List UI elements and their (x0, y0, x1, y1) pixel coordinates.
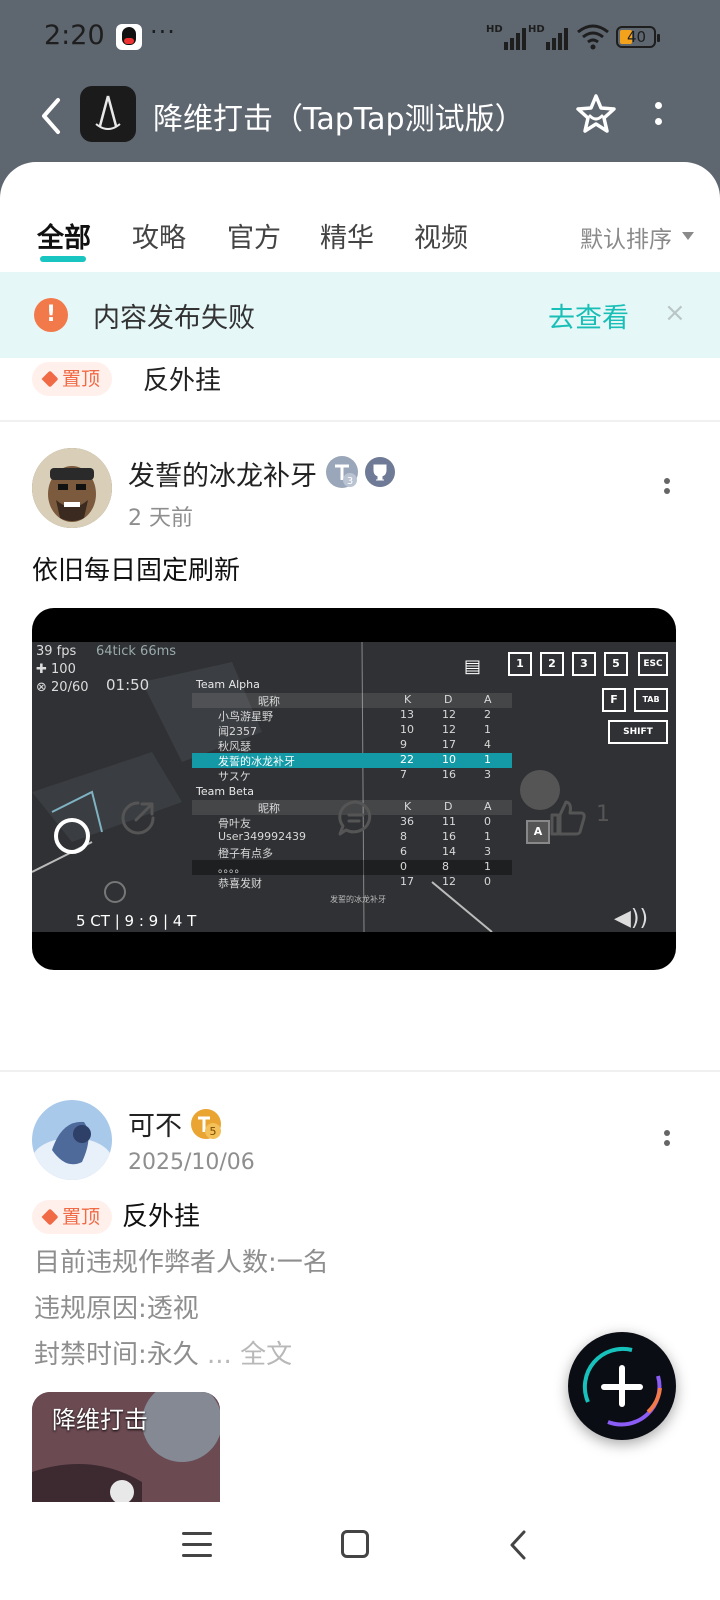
round-score: 5 CT | 9 : 9 | 4 T (76, 912, 197, 930)
key-5: 5 (604, 652, 628, 676)
pinned-post-title: 反外挂 (143, 366, 222, 396)
post-content[interactable]: 依旧每日固定刷新 (32, 550, 240, 587)
publish-failed-banner: ! 内容发布失败 去查看 × (0, 272, 720, 358)
score-row: 闻2357 10 12 1 (218, 723, 491, 738)
post-line: 目前违规作弊者人数:一名 (34, 1248, 329, 1278)
system-nav-bar (0, 1502, 720, 1600)
wifi-icon (577, 24, 609, 50)
tab-guides[interactable]: 攻略 (132, 216, 186, 255)
score-row: 秋风瑟 9 17 4 (218, 738, 491, 753)
key-tab: TAB (634, 688, 668, 712)
author-name[interactable]: 发誓的冰龙补牙 (128, 454, 317, 493)
avatar[interactable] (32, 448, 112, 528)
content-sheet: 全部 攻略 官方 精华 视频 默认排序 ! 内容发布失败 去查看 × 置顶 反外… (0, 162, 720, 1502)
author-name[interactable]: 可不 (128, 1104, 182, 1143)
chat-icon: ▤ (464, 656, 482, 677)
post-actions: 1 (0, 788, 720, 858)
sort-dropdown[interactable]: 默认排序 (580, 220, 672, 254)
app-title: 降维打击（TapTap测试版） (153, 102, 525, 137)
svg-text:5: 5 (210, 1125, 217, 1138)
share-icon[interactable] (118, 798, 158, 838)
tab-all[interactable]: 全部 (37, 216, 91, 255)
tab-featured[interactable]: 精华 (320, 216, 374, 255)
ammo-icon: ⊗ 20/60 (36, 680, 89, 695)
health-icon: ✚ 100 (36, 662, 76, 677)
follow-star-icon[interactable] (574, 92, 618, 136)
level-badge-icon: 3 (326, 456, 358, 488)
key-2: 2 (540, 652, 564, 676)
home-icon[interactable] (341, 1530, 369, 1558)
category-tabs: 全部 攻略 官方 精华 视频 默认排序 (0, 212, 720, 268)
score-row: 小鸟游星野 13 12 2 (218, 708, 491, 723)
battery-icon: 40 (616, 26, 660, 48)
key-1: 1 (508, 652, 532, 676)
pin-icon (41, 370, 59, 388)
pinned-badge: 置顶 (32, 1200, 113, 1234)
key-f: F (602, 688, 626, 712)
close-icon[interactable]: × (664, 298, 686, 328)
post-image-thumbnail[interactable]: 降维打击 (32, 1392, 220, 1502)
qq-notification-icon (116, 24, 142, 50)
post-time: 2025/10/06 (128, 1150, 255, 1175)
post-time: 2 天前 (128, 506, 193, 531)
pin-icon (41, 1208, 59, 1226)
trophy-badge-icon (364, 456, 396, 488)
like-icon[interactable] (548, 798, 588, 838)
gameplay-screenshot: 39 fps 64tick 66ms ✚ 100 ⊗ 20/60 01:50 T… (32, 642, 676, 932)
like-count: 1 (596, 802, 610, 827)
more-options-icon[interactable] (648, 98, 668, 134)
score-row-highlighted: 发誓的冰龙补牙 22 10 1 (192, 753, 512, 768)
status-bar: 2:20 ··· HD HD 40 (0, 0, 720, 76)
back-nav-icon[interactable] (506, 1528, 530, 1562)
chevron-down-icon (682, 232, 694, 240)
signal-icon-1: HD (486, 24, 530, 50)
view-details-link[interactable]: 去查看 (548, 296, 629, 335)
warning-icon: ! (34, 298, 68, 332)
pinned-post-row[interactable]: 置顶 反外挂 (0, 358, 720, 422)
comment-icon[interactable] (336, 798, 376, 838)
key-shift: SHIFT (608, 720, 668, 744)
read-more-link[interactable]: ... 全文 (207, 1340, 292, 1370)
pinned-badge: 置顶 (32, 362, 113, 396)
banner-message: 内容发布失败 (93, 303, 255, 334)
thumbnail-caption: 降维打击 (52, 1406, 148, 1434)
status-time: 2:20 (44, 20, 105, 51)
avatar[interactable] (32, 1100, 112, 1180)
app-bar: 降维打击（TapTap测试版） (0, 76, 720, 162)
post-line: 封禁时间:永久 ... 全文 (34, 1340, 293, 1370)
back-arrow-icon[interactable] (36, 96, 66, 136)
post-line: 违规原因:透视 (34, 1294, 199, 1324)
post-more-icon[interactable] (664, 1130, 672, 1156)
create-post-button[interactable] (568, 1332, 676, 1440)
more-notifications-icon: ··· (150, 18, 176, 46)
signal-icon-2: HD (528, 24, 572, 50)
post-card: 发誓的冰龙补牙 3 2 天前 依旧每日固定刷新 39 fps 64tick 66… (0, 422, 720, 1082)
score-row: 。。。。 0 8 1 (192, 860, 512, 875)
tab-videos[interactable]: 视频 (414, 216, 468, 255)
post-title[interactable]: 反外挂 (122, 1196, 200, 1233)
app-logo (80, 86, 136, 142)
active-tab-indicator (40, 256, 86, 262)
score-row: サスケ 7 16 3 (218, 768, 491, 783)
post-more-icon[interactable] (664, 478, 672, 504)
key-3: 3 (572, 652, 596, 676)
recent-apps-icon[interactable] (182, 1532, 212, 1558)
svg-text:3: 3 (347, 476, 353, 487)
key-esc: ESC (638, 652, 668, 676)
level-badge-icon: 5 (190, 1108, 222, 1140)
volume-icon: ◀)) (614, 906, 649, 931)
tab-official[interactable]: 官方 (227, 216, 281, 255)
score-row: 恭喜发财 17 12 0 (218, 875, 491, 890)
